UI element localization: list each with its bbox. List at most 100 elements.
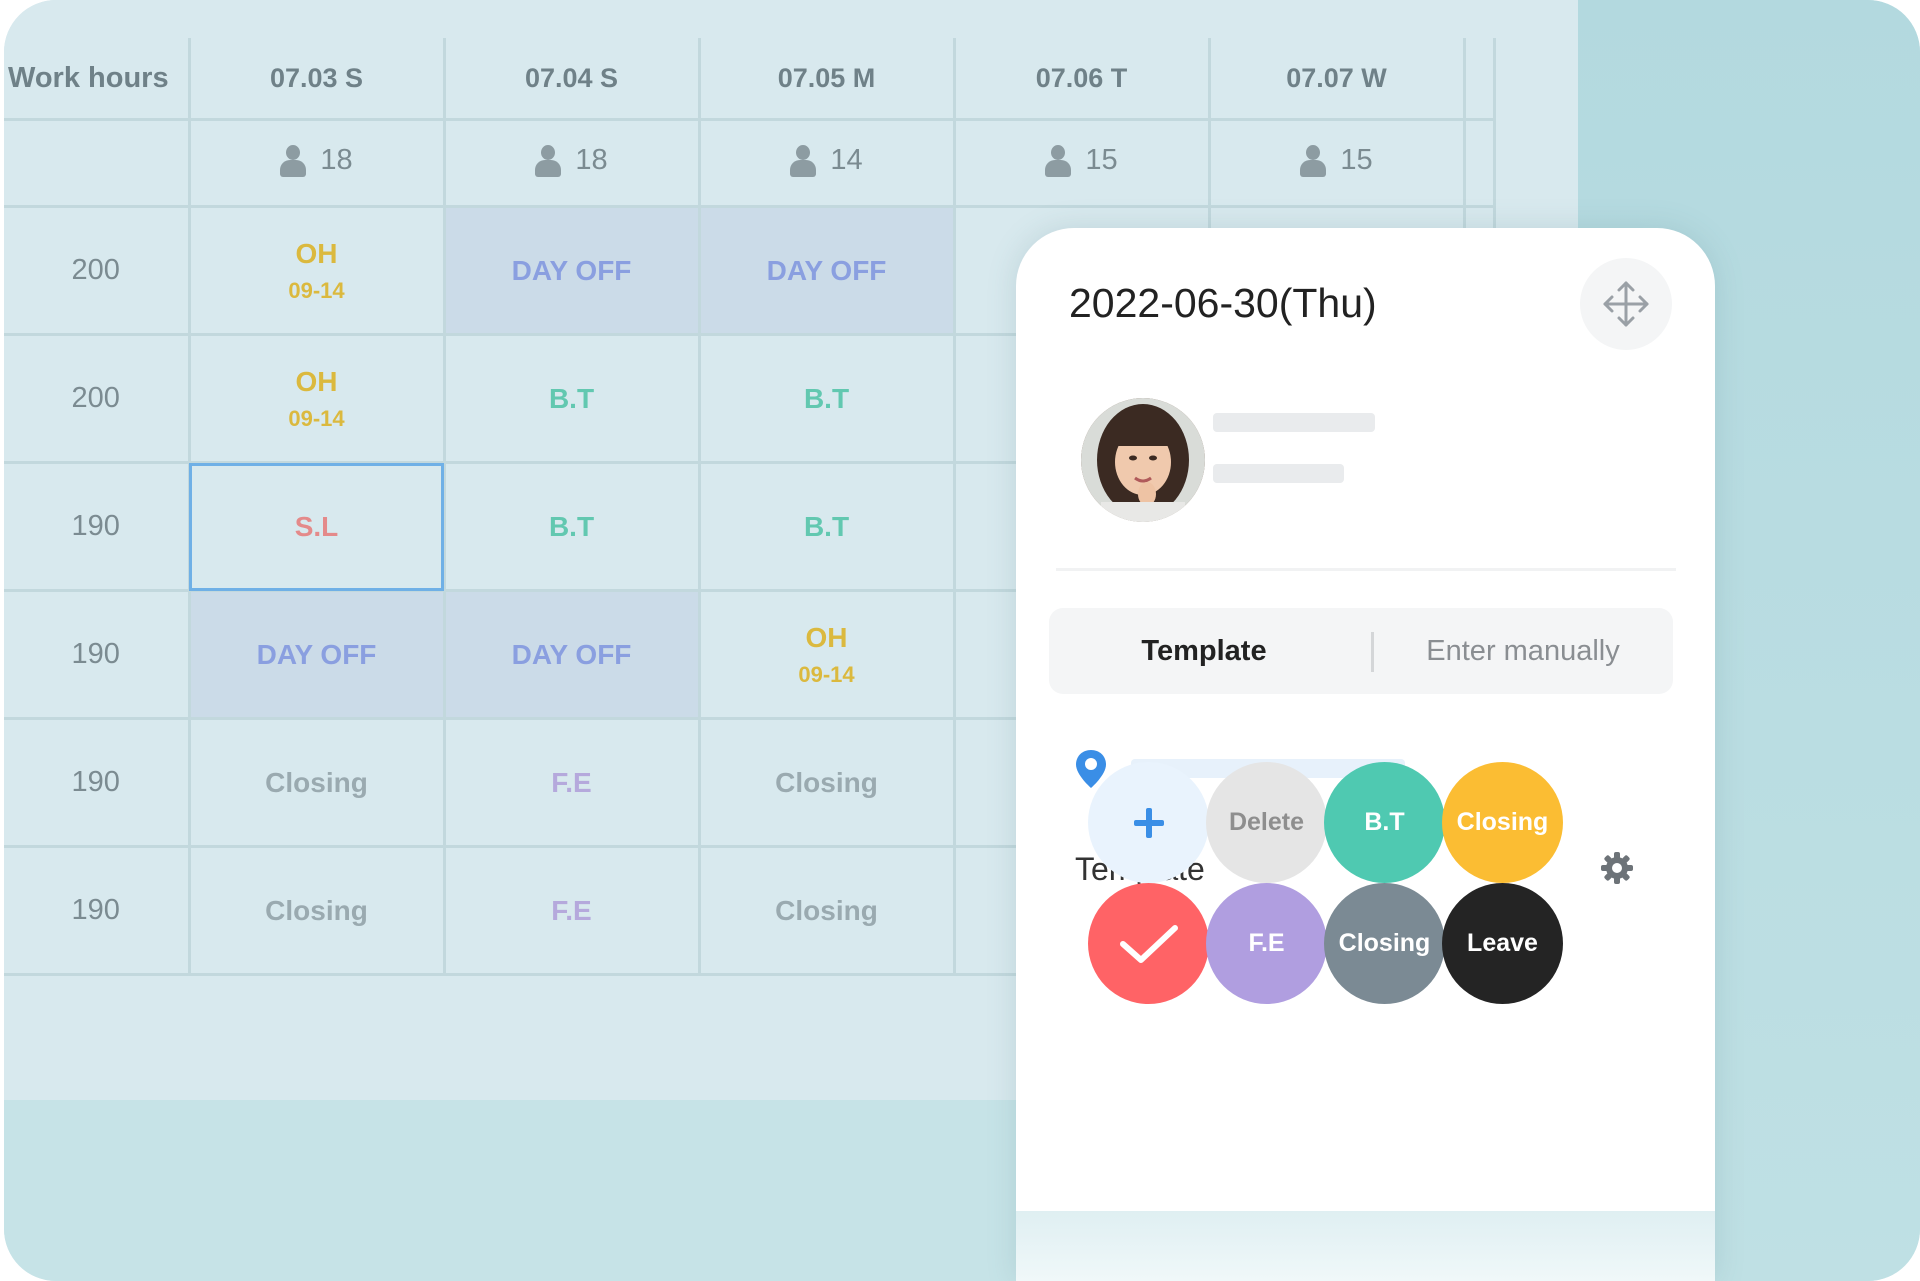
mode-toggle: Template Enter manually [1049,608,1673,694]
staff-count-value: 18 [575,144,608,177]
schedule-edit-panel: 2022-06-30(Thu) Template Enter manually … [1016,228,1715,1281]
template-fe-button[interactable]: F.E [1206,883,1327,1004]
staff-count: 15 [1045,144,1118,177]
template-button-label: Leave [1467,929,1538,957]
shift-cell[interactable]: DAY OFF [187,589,446,720]
shift-label: OH [295,365,338,397]
shift-cell[interactable]: B.T [442,333,701,464]
person-icon [1045,144,1072,177]
template-sl-button[interactable] [1088,883,1209,1004]
day-header: 07.05 M [697,38,956,121]
template-closing-button[interactable]: Closing [1442,762,1563,883]
shift-cell[interactable]: OH 09-14 [187,333,446,464]
count-label-cell [4,118,191,208]
template-button-label: Delete [1228,808,1305,836]
day-header: 07.07 W [1207,38,1466,121]
shift-time: 09-14 [288,277,345,303]
staff-count: 15 [1300,144,1373,177]
add-template-button[interactable] [1088,762,1209,883]
panel-date: 2022-06-30(Thu) [1069,280,1377,326]
staff-count-cell: 18 [442,118,701,208]
staff-count: 18 [535,144,608,177]
move-icon [1603,281,1649,327]
shift-label: OH [805,621,848,653]
shift-label: S.L [294,510,339,542]
shift-label: B.T [548,510,595,542]
day-header-label: 07.03 S [269,62,364,93]
day-header-label: 07.06 T [1035,62,1128,93]
staff-count-cell: 15 [1207,118,1466,208]
shift-cell[interactable]: OH 09-14 [697,589,956,720]
template-button-label: B.T [1364,808,1405,836]
day-header-label: 07.05 M [777,62,876,93]
check-icon [1119,924,1178,963]
shift-cell[interactable]: Closing [697,845,956,976]
shift-cell[interactable]: Closing [187,717,446,848]
staff-count: 14 [790,144,863,177]
work-hours-value: 200 [4,205,191,336]
shift-label: Closing [775,766,878,798]
template-button-label: Closing [1456,808,1549,836]
person-icon [790,144,817,177]
day-header: 07.04 S [442,38,701,121]
work-hours-value: 200 [4,333,191,464]
work-hours-value: 190 [4,717,191,848]
template-bt-button[interactable]: B.T [1324,762,1445,883]
work-hours-value: 190 [4,845,191,976]
staff-count-cell: 15 [952,118,1211,208]
detail-placeholder [1213,464,1344,483]
shift-cell[interactable]: F.E [442,845,701,976]
table-edge [1462,38,1496,121]
shift-label: DAY OFF [766,254,887,286]
staff-count-value: 14 [830,144,863,177]
person-icon [1300,144,1327,177]
gear-icon[interactable] [1599,850,1635,891]
shift-cell[interactable]: B.T [697,333,956,464]
shift-cell[interactable]: S.L [187,461,446,592]
shift-cell[interactable]: Closing [187,845,446,976]
template-closing-button-2[interactable]: Closing [1324,883,1445,1004]
shift-cell[interactable]: B.T [697,461,956,592]
staff-count-cell: 14 [697,118,956,208]
shift-cell[interactable]: DAY OFF [442,205,701,336]
shift-label: Closing [775,894,878,926]
day-header-label: 07.07 W [1286,62,1387,93]
plus-icon [1133,807,1164,838]
shift-cell[interactable]: DAY OFF [697,205,956,336]
shift-cell[interactable]: OH 09-14 [187,205,446,336]
shift-label: OH [295,237,338,269]
staff-count-value: 15 [1085,144,1118,177]
shift-cell[interactable]: Closing [697,717,956,848]
work-hours-value: 190 [4,461,191,592]
shift-label: Closing [265,894,368,926]
shift-cell[interactable]: DAY OFF [442,589,701,720]
shift-time: 09-14 [288,405,345,431]
staff-count-value: 15 [1340,144,1373,177]
user-avatar [1081,398,1205,522]
staff-count-value: 18 [320,144,353,177]
shift-label: B.T [548,382,595,414]
person-icon [280,144,307,177]
tab-template[interactable]: Template [1049,608,1359,694]
app-frame: Work hours 07.03 S 07.04 S 07.05 M 07.06 T 07… [4,0,1920,1281]
name-placeholder [1213,413,1375,432]
divider [1056,568,1676,571]
shift-label: Closing [265,766,368,798]
shift-cell[interactable]: B.T [442,461,701,592]
shift-label: DAY OFF [256,638,377,670]
person-icon [535,144,562,177]
shift-cell[interactable]: F.E [442,717,701,848]
day-header: 07.03 S [187,38,446,121]
shift-label: DAY OFF [511,638,632,670]
tab-enter-manually[interactable]: Enter manually [1373,608,1673,694]
template-leave-button[interactable]: Leave [1442,883,1563,1004]
move-button[interactable] [1580,258,1672,350]
shift-label: DAY OFF [511,254,632,286]
template-button-label: Closing [1338,929,1431,957]
work-hours-header: Work hours [4,38,191,121]
staff-count: 18 [280,144,353,177]
panel-bottom-fade [1016,1211,1715,1281]
template-button-label: F.E [1248,929,1285,957]
shift-label: F.E [551,894,592,926]
delete-button[interactable]: Delete [1206,762,1327,883]
